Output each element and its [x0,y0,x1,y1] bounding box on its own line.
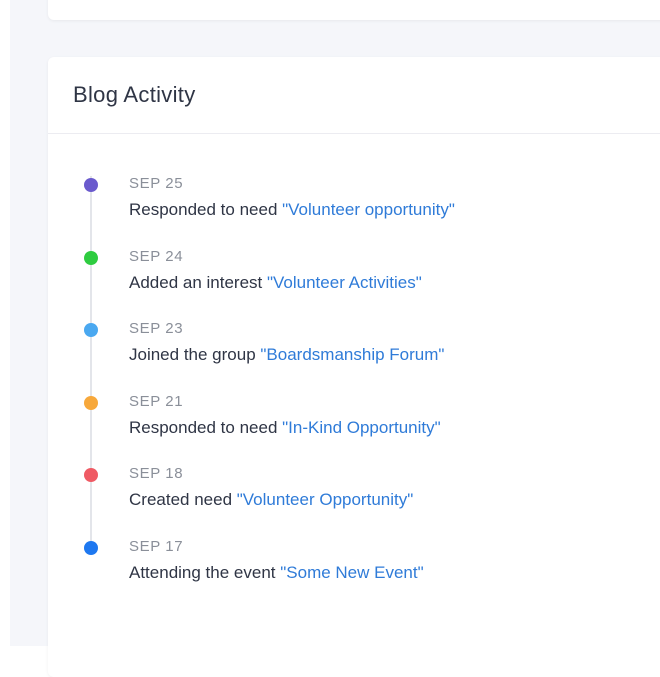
card-header: Blog Activity [48,57,660,134]
timeline-date: SEP 21 [129,392,184,410]
timeline-text: Created need "Volunteer Opportunity" [129,490,413,510]
timeline-action: Joined the group [129,345,261,365]
timeline-action: Created need [129,490,237,510]
timeline-link[interactable]: "Volunteer opportunity" [282,200,455,219]
timeline-item: SEP 25 Responded to need "Volunteer oppo… [48,170,660,243]
timeline-text: Attending the event "Some New Event" [129,563,424,583]
timeline-text: Added an interest "Volunteer Activities" [129,273,422,293]
timeline-item: SEP 23 Joined the group "Boardsmanship F… [48,315,660,388]
timeline-item: SEP 18 Created need "Volunteer Opportuni… [48,460,660,533]
timeline-link[interactable]: "In-Kind Opportunity" [282,418,441,437]
timeline-dot [84,395,98,410]
timeline-action: Attending the event [129,562,281,582]
timeline-dot [84,178,98,192]
activity-timeline: SEP 25 Responded to need "Volunteer oppo… [48,134,660,606]
timeline-item: SEP 21 Responded to need "In-Kind Opport… [48,388,660,461]
timeline-action: Responded to need [129,200,283,219]
timeline-date: SEP 23 [129,320,184,338]
timeline-dot [84,323,98,338]
timeline-date: SEP 18 [129,465,184,483]
timeline-item: SEP 17 Attending the event "Some New Eve… [48,533,660,606]
timeline-text: Responded to need "In-Kind Opportunity" [129,418,441,438]
timeline-date: SEP 24 [129,247,184,265]
timeline-link[interactable]: "Volunteer Activities" [267,273,422,292]
timeline-link[interactable]: "Some New Event" [280,563,423,582]
timeline-link[interactable]: "Boardsmanship Forum" [260,345,444,364]
timeline-action: Responded to need [129,417,283,437]
timeline-dot [84,468,98,483]
timeline-item: SEP 24 Added an interest "Volunteer Acti… [48,243,660,316]
previous-card [48,0,660,20]
timeline-text: Responded to need "Volunteer opportunity… [129,200,455,220]
timeline-action: Added an interest [129,272,267,292]
card-title: Blog Activity [73,82,196,107]
timeline-date: SEP 25 [129,175,184,192]
timeline-text: Joined the group "Boardsmanship Forum" [129,345,444,365]
timeline-dot [84,250,98,265]
timeline-dot [84,540,98,555]
timeline-date: SEP 17 [129,537,184,555]
blog-activity-card: Blog Activity SEP 25 Responded to need "… [48,57,660,677]
timeline-link[interactable]: "Volunteer Opportunity" [237,490,414,509]
